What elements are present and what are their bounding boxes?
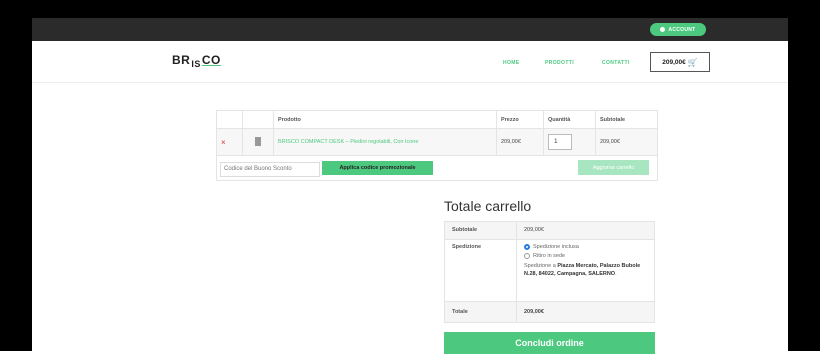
total-row: Totale 209,00€ <box>444 301 655 323</box>
cart-icon: 🛒 <box>687 57 698 67</box>
apply-coupon-button[interactable]: Applica codice promozionale <box>322 161 433 175</box>
subtotal-value: 209,00€ <box>516 221 655 240</box>
header-quantity: Quantità <box>543 110 596 129</box>
remove-item-button[interactable]: × <box>216 128 243 156</box>
header-cart-button[interactable]: 209,00€ 🛒 <box>650 52 710 72</box>
nav-home[interactable]: HOME <box>503 60 520 66</box>
screen-border-right <box>788 0 820 351</box>
header-cart-total: 209,00€ <box>662 58 686 66</box>
product-price: 209,00€ <box>496 128 544 156</box>
screen-border-left <box>0 0 32 351</box>
shipping-row: Spedizione Spedizione inclusa Ritiro in … <box>444 239 655 302</box>
coupon-input[interactable]: Codice del Buono Sconto <box>220 162 320 177</box>
update-cart-button[interactable]: Aggiorna carrello <box>578 160 649 175</box>
quantity-input[interactable]: 1 <box>548 134 572 150</box>
nav-prodotti[interactable]: PRODOTTI <box>545 60 574 66</box>
cart-item-row: × BRISCO COMPACT DESK – Piedini regolabi… <box>216 128 658 156</box>
logo-part-is: IS <box>191 59 201 69</box>
shipping-option-label: Spedizione inclusa <box>533 244 579 250</box>
logo-part-br: BR <box>172 53 191 67</box>
header-subtotal: Subtotale <box>595 110 658 129</box>
radio-unselected-icon[interactable] <box>524 253 530 259</box>
subtotal-label: Subtotale <box>444 221 517 240</box>
account-label: ACCOUNT <box>668 26 696 33</box>
shipping-note-prefix: Spedizione a <box>524 263 558 269</box>
product-link[interactable]: BRISCO COMPACT DESK – Piedini regolabili… <box>278 139 418 145</box>
shipping-destination: Spedizione a Piazza Mercato, Palazzo Bub… <box>524 262 647 278</box>
cart-totals-title: Totale carrello <box>444 198 532 214</box>
product-thumbnail[interactable] <box>242 128 274 156</box>
user-icon <box>660 27 666 32</box>
quantity-cell: 1 <box>543 128 596 156</box>
header-price: Prezzo <box>496 110 544 129</box>
total-label: Totale <box>444 301 517 323</box>
screen-border-top <box>0 0 820 18</box>
cart-totals-table: Subtotale 209,00€ Spedizione Spedizione … <box>444 221 655 323</box>
shipping-option-label: Ritiro in sede <box>533 253 566 259</box>
nav-contatti[interactable]: CONTATTI <box>602 60 630 66</box>
subtotal-row: Subtotale 209,00€ <box>444 221 655 240</box>
header-thumbnail <box>242 110 274 129</box>
header-product: Prodotto <box>273 110 497 129</box>
logo-part-co: CO <box>201 53 221 67</box>
cart-table-header: Prodotto Prezzo Quantità Subtotale <box>216 110 658 129</box>
shipping-label: Spedizione <box>444 239 517 302</box>
shipping-note-suffix: . <box>615 271 617 277</box>
product-subtotal: 209,00€ <box>595 128 658 156</box>
shipping-option-included[interactable]: Spedizione inclusa <box>524 244 647 250</box>
cart-table: Prodotto Prezzo Quantità Subtotale × BRI… <box>216 110 658 156</box>
product-cell: BRISCO COMPACT DESK – Piedini regolabili… <box>273 128 497 156</box>
account-button[interactable]: ACCOUNT <box>650 23 706 36</box>
shipping-option-pickup[interactable]: Ritiro in sede <box>524 253 647 259</box>
radio-selected-icon[interactable] <box>524 244 530 250</box>
product-image <box>255 136 261 146</box>
total-value: 209,00€ <box>516 301 655 323</box>
site-logo[interactable]: BRISCO <box>172 53 221 69</box>
header-remove <box>216 110 243 129</box>
shipping-options: Spedizione inclusa Ritiro in sede Spediz… <box>516 239 655 302</box>
